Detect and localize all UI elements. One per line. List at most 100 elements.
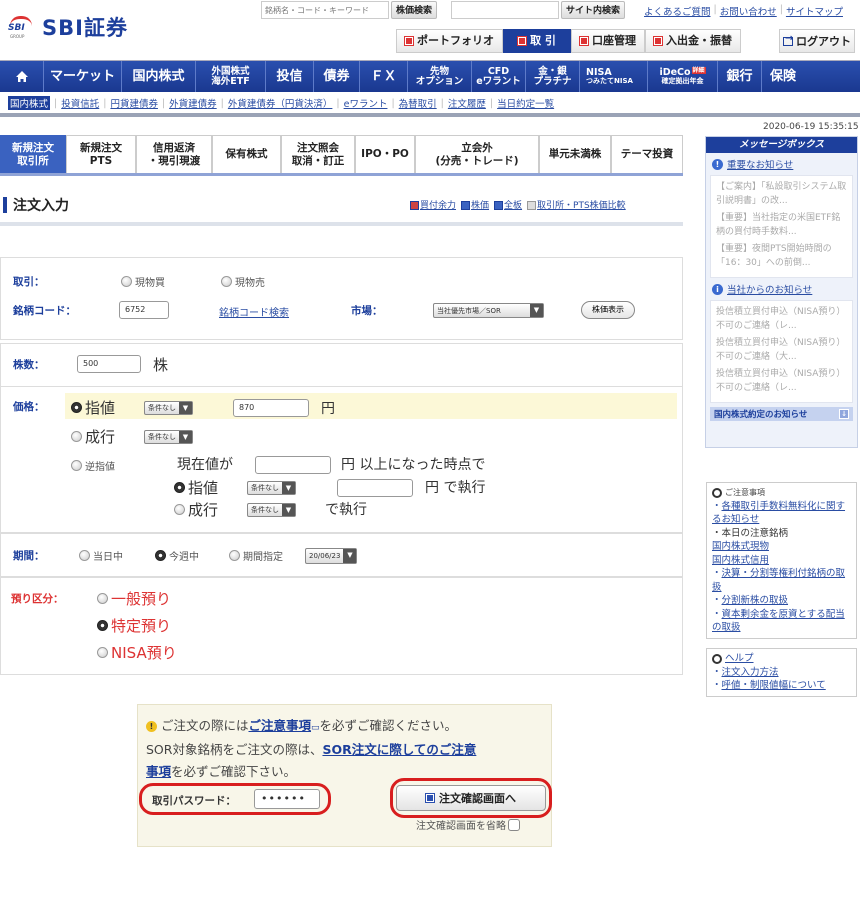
important-notice-link[interactable]: 重要なお知らせ xyxy=(727,157,793,171)
deposit-nisa-radio[interactable]: NISA預り xyxy=(97,642,177,663)
stop-limit-price-input[interactable] xyxy=(337,479,413,497)
main-nav-cfd[interactable]: CFD eワラント xyxy=(472,61,526,92)
site-search-button[interactable]: サイト内検索 xyxy=(561,1,626,19)
tab-holdings[interactable]: 保有株式 xyxy=(212,135,281,173)
main-nav-gold[interactable]: 金・銀 プラチナ xyxy=(526,61,580,92)
main-nav-insurance[interactable]: 保険 xyxy=(762,61,804,92)
period-today-radio[interactable]: 当日中 xyxy=(79,548,123,563)
note-link[interactable]: 各種取引手数料無料化に関するお知らせ xyxy=(712,501,845,526)
site-search-input[interactable] xyxy=(451,1,559,19)
list-item[interactable]: 投信積立買付申込（NISA預り）不可のご連絡（大... xyxy=(716,336,847,364)
quantity-input[interactable]: 500 xyxy=(77,355,141,373)
note-link[interactable]: 国内株式信用 xyxy=(712,555,769,566)
limit-price-input[interactable]: 870 xyxy=(233,399,309,417)
market-select[interactable]: 当社優先市場／SOR ▼ xyxy=(433,303,544,318)
sub-nav-fund[interactable]: 投資信託 xyxy=(61,96,99,110)
stock-price-link[interactable]: 株価 xyxy=(461,198,489,211)
order-book-link[interactable]: 全板 xyxy=(494,198,522,211)
tab-ipo[interactable]: IPO・PO xyxy=(355,135,415,173)
main-nav-bond[interactable]: 債券 xyxy=(314,61,360,92)
deposit-general-radio[interactable]: 一般預り xyxy=(97,588,171,609)
tab-theme[interactable]: テーマ投資 xyxy=(611,135,683,173)
sub-nav-ewarrant[interactable]: eワラント xyxy=(344,96,388,110)
top-nav-deposit[interactable]: 入出金・振替 xyxy=(645,29,741,53)
note-item[interactable]: 国内株式信用 xyxy=(712,554,851,568)
top-nav-trade[interactable]: 取 引 xyxy=(503,29,571,53)
note-item[interactable]: 国内株式現物 xyxy=(712,540,851,554)
buying-power-link[interactable]: 買付余力 xyxy=(410,198,456,211)
list-item[interactable]: 投信積立買付申込（NISA預り）不可のご連絡（レ... xyxy=(716,367,847,395)
tab-odd-lot[interactable]: 単元未満株 xyxy=(539,135,611,173)
main-nav-bank[interactable]: 銀行 xyxy=(718,61,762,92)
list-item[interactable]: 投信積立買付申込（NISA預り）不可のご連絡（レ... xyxy=(716,305,847,333)
period-week-radio[interactable]: 今週中 xyxy=(155,548,199,563)
sor-notes-link-cont[interactable]: 事項 xyxy=(146,764,171,779)
stock-search-input[interactable] xyxy=(261,1,389,19)
stop-limit-radio[interactable]: 指値 xyxy=(174,477,218,498)
main-nav-fund[interactable]: 投信 xyxy=(266,61,314,92)
sub-nav-yen-bond[interactable]: 円貨建債券 xyxy=(110,96,158,110)
tab-order-inquiry[interactable]: 注文照会 取消・訂正 xyxy=(281,135,355,173)
list-item[interactable]: 【ご案内】「私設取引システム取引説明書」の改... xyxy=(716,180,847,208)
stock-search-button[interactable]: 株価検索 xyxy=(391,1,438,19)
sub-nav-executions[interactable]: 当日約定一覧 xyxy=(497,96,554,110)
execution-notice-bar[interactable]: 国内株式約定のお知らせ ↓ xyxy=(710,407,853,421)
trade-password-input[interactable]: •••••• xyxy=(254,789,320,809)
tab-off-floor[interactable]: 立会外 (分売・トレード) xyxy=(415,135,539,173)
help-item-link[interactable]: 呼値・制限値幅について xyxy=(722,680,826,691)
note-link[interactable]: 資本剰余金を原資とする配当の取扱 xyxy=(712,609,845,634)
note-item[interactable]: ・各種取引手数料無料化に関するお知らせ xyxy=(712,500,851,527)
help-item[interactable]: ・呼値・制限値幅について xyxy=(712,679,851,693)
sub-nav-order-history[interactable]: 注文履歴 xyxy=(448,96,486,110)
sub-nav-foreign-bond-yen[interactable]: 外貨建債券（円貨決済） xyxy=(228,96,333,110)
notes-link[interactable]: ご注意事項 xyxy=(249,718,312,733)
main-nav-futures[interactable]: 先物 オプション xyxy=(408,61,472,92)
help-item[interactable]: ・注文入力方法 xyxy=(712,666,851,680)
list-item[interactable]: 【重要】当社指定の米国ETF銘柄の買付時手数料... xyxy=(716,211,847,239)
help-item-link[interactable]: 注文入力方法 xyxy=(722,667,779,678)
note-link[interactable]: 決算・分割等権利付銘柄の取扱 xyxy=(712,568,845,593)
trade-sell-radio[interactable]: 現物売 xyxy=(221,274,265,289)
tab-new-order-pts[interactable]: 新規注文 PTS xyxy=(66,135,136,173)
main-nav-nisa[interactable]: NISA つみたてNISA xyxy=(580,61,648,92)
main-nav-market[interactable]: マーケット xyxy=(44,61,122,92)
tab-new-order-exchange[interactable]: 新規注文 取引所 xyxy=(0,135,66,173)
main-nav-ideco[interactable]: iDeCo 詳細 確定拠出年金 xyxy=(648,61,718,92)
list-item[interactable]: 【重要】夜間PTS開始時間の「16：30」への前倒... xyxy=(716,242,847,270)
sitemap-link[interactable]: サイトマップ xyxy=(786,4,843,18)
sub-nav-domestic-stock[interactable]: 国内株式 xyxy=(8,96,51,110)
faq-link[interactable]: よくあるご質問 xyxy=(644,4,711,18)
main-nav-domestic-stock[interactable]: 国内株式 xyxy=(122,61,196,92)
stop-market-condition-select[interactable]: 条件なし ▼ xyxy=(247,503,296,517)
note-link[interactable]: 国内株式現物 xyxy=(712,541,769,552)
company-notice-link[interactable]: 当社からのお知らせ xyxy=(727,282,812,296)
stop-market-radio[interactable]: 成行 xyxy=(174,499,218,520)
stock-code-input[interactable]: 6752 xyxy=(119,301,169,319)
note-item[interactable]: ・分割新株の取扱 xyxy=(712,594,851,608)
sbi-logo[interactable]: SBI GROUP SBI証券 xyxy=(8,12,128,42)
contact-link[interactable]: お問い合わせ xyxy=(720,4,777,18)
show-price-button[interactable]: 株価表示 xyxy=(581,301,635,319)
stop-limit-condition-select[interactable]: 条件なし ▼ xyxy=(247,481,296,495)
limit-condition-select[interactable]: 条件なし ▼ xyxy=(144,401,193,415)
period-date-select[interactable]: 20/06/23 ▼ xyxy=(305,548,358,564)
main-nav-home[interactable] xyxy=(0,61,44,92)
tab-margin-settlement[interactable]: 信用返済 ・現引現渡 xyxy=(136,135,212,173)
price-stop-radio[interactable]: 逆指値 xyxy=(71,458,115,473)
top-nav-account[interactable]: 口座管理 xyxy=(571,29,645,53)
logout-button[interactable]: ログアウト xyxy=(779,29,855,53)
order-confirm-button[interactable]: 注文確認画面へ xyxy=(396,785,546,811)
stop-trigger-input[interactable] xyxy=(255,456,331,474)
note-item[interactable]: ・資本剰余金を原資とする配当の取扱 xyxy=(712,608,851,635)
sor-notes-link[interactable]: SOR注文に際してのご注意 xyxy=(322,742,476,757)
note-link[interactable]: 分割新株の取扱 xyxy=(722,595,789,606)
main-nav-foreign-stock[interactable]: 外国株式 海外ETF xyxy=(196,61,266,92)
help-link[interactable]: ヘルプ xyxy=(725,652,754,666)
note-item[interactable]: ・決算・分割等権利付銘柄の取扱 xyxy=(712,567,851,594)
market-condition-select[interactable]: 条件なし ▼ xyxy=(144,430,193,444)
price-market-radio[interactable]: 成行 xyxy=(71,426,115,447)
trade-buy-radio[interactable]: 現物買 xyxy=(121,274,165,289)
main-nav-fx[interactable]: ＦＸ xyxy=(360,61,408,92)
top-nav-portfolio[interactable]: ポートフォリオ xyxy=(396,29,503,53)
period-specify-radio[interactable]: 期間指定 xyxy=(229,548,283,563)
